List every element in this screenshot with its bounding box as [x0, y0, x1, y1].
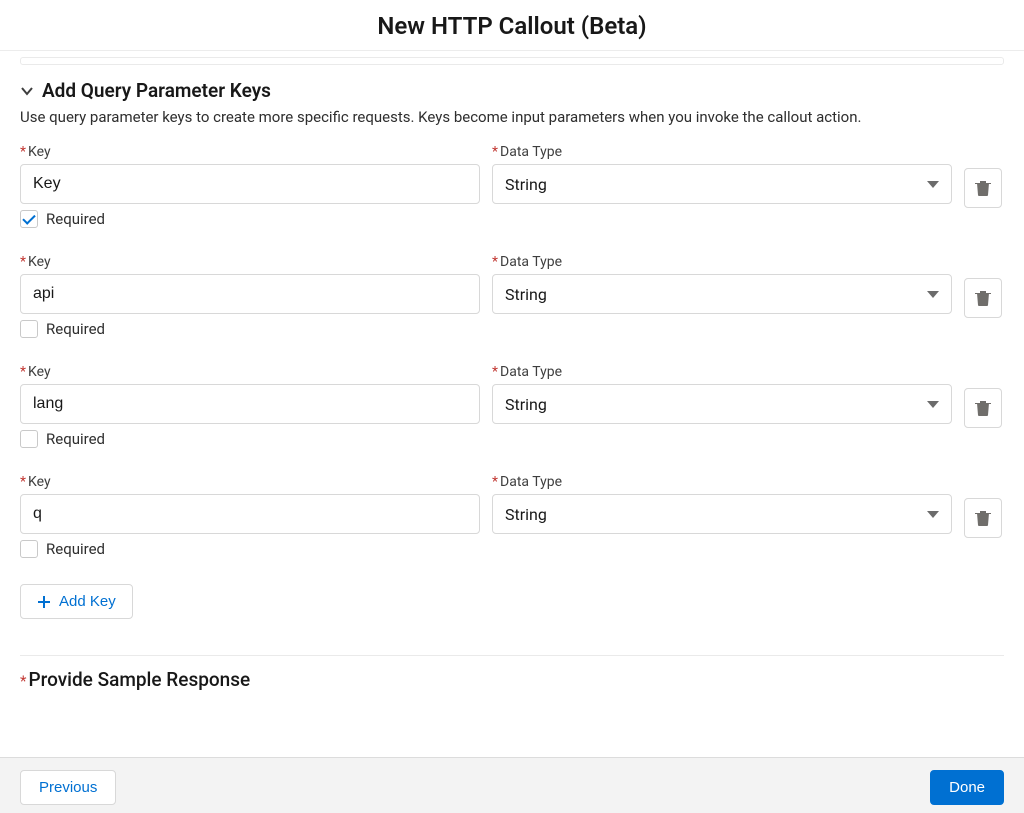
key-input[interactable] [20, 384, 480, 424]
previous-section-collapsed[interactable] [20, 57, 1004, 65]
sample-response-title: Provide Sample Response [28, 668, 250, 691]
data-type-value: String [505, 395, 547, 414]
param-row: *Key Required *Data Type String [20, 144, 1004, 228]
data-type-label: *Data Type [492, 144, 952, 160]
modal-footer: Previous Done [0, 757, 1024, 813]
data-type-select[interactable]: String [492, 164, 952, 204]
key-label: *Key [20, 364, 480, 380]
delete-button[interactable] [964, 168, 1002, 208]
data-type-label: *Data Type [492, 254, 952, 270]
param-row: *Key Required *Data Type String [20, 364, 1004, 448]
required-label: Required [46, 430, 105, 448]
page-title: New HTTP Callout (Beta) [0, 12, 1024, 40]
param-row: *Key Required *Data Type String [20, 254, 1004, 338]
param-row: *Key Required *Data Type String [20, 474, 1004, 558]
chevron-down-icon [927, 181, 939, 188]
previous-button[interactable]: Previous [20, 770, 116, 805]
section-description: Use query parameter keys to create more … [20, 108, 1004, 126]
data-type-select[interactable]: String [492, 274, 952, 314]
key-input[interactable] [20, 494, 480, 534]
delete-button[interactable] [964, 278, 1002, 318]
key-input[interactable] [20, 274, 480, 314]
key-label: *Key [20, 474, 480, 490]
delete-button[interactable] [964, 498, 1002, 538]
required-star: * [20, 672, 26, 690]
section-header[interactable]: Add Query Parameter Keys [20, 79, 1004, 102]
add-key-button[interactable]: Add Key [20, 584, 133, 619]
http-callout-modal: New HTTP Callout (Beta) Add Query Parame… [0, 0, 1024, 813]
trash-icon [975, 289, 991, 307]
chevron-down-icon [927, 401, 939, 408]
done-button[interactable]: Done [930, 770, 1004, 805]
required-label: Required [46, 320, 105, 338]
required-label: Required [46, 540, 105, 558]
required-label: Required [46, 210, 105, 228]
delete-button[interactable] [964, 388, 1002, 428]
trash-icon [975, 399, 991, 417]
section-title: Add Query Parameter Keys [42, 79, 271, 102]
trash-icon [975, 179, 991, 197]
add-key-label: Add Key [59, 593, 116, 610]
modal-header: New HTTP Callout (Beta) [0, 0, 1024, 50]
data-type-value: String [505, 505, 547, 524]
required-checkbox[interactable] [20, 540, 38, 558]
chevron-down-icon [20, 84, 34, 98]
key-input[interactable] [20, 164, 480, 204]
key-label: *Key [20, 144, 480, 160]
data-type-label: *Data Type [492, 474, 952, 490]
chevron-down-icon [927, 511, 939, 518]
data-type-label: *Data Type [492, 364, 952, 380]
data-type-select[interactable]: String [492, 494, 952, 534]
modal-body: Add Query Parameter Keys Use query param… [0, 50, 1024, 757]
required-checkbox[interactable] [20, 210, 38, 228]
data-type-select[interactable]: String [492, 384, 952, 424]
sample-response-section: *Provide Sample Response [20, 655, 1004, 691]
required-checkbox[interactable] [20, 320, 38, 338]
key-label: *Key [20, 254, 480, 270]
data-type-value: String [505, 285, 547, 304]
required-checkbox[interactable] [20, 430, 38, 448]
trash-icon [975, 509, 991, 527]
data-type-value: String [505, 175, 547, 194]
plus-icon [37, 595, 51, 609]
chevron-down-icon [927, 291, 939, 298]
